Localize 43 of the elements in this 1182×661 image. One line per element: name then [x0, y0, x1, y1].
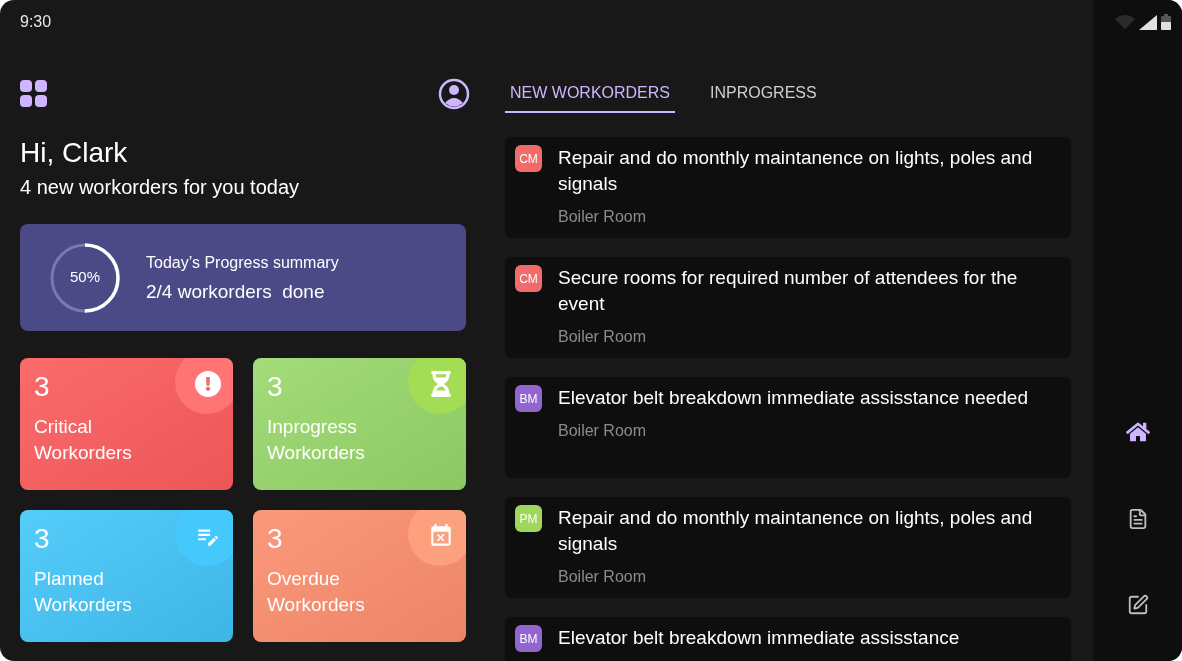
tile-label: Inprogress Workorders [267, 415, 366, 465]
workorder-card[interactable]: CM Repair and do monthly maintanence on lights, poles and signals Boiler Room [505, 137, 1071, 238]
tab[interactable]: NEW WORKORDERS [505, 81, 675, 113]
home-icon[interactable] [1125, 420, 1150, 444]
workorder-location: Boiler Room [558, 207, 648, 227]
type-badge: BM [515, 385, 542, 412]
tile-label: Critical Workorders [34, 415, 133, 465]
progress-percent: 50% [70, 267, 100, 288]
summary-title: Today’s Progress summary [146, 252, 339, 273]
signal-icon [1138, 14, 1157, 30]
greeting-subtitle: 4 new workorders for you today [20, 175, 301, 200]
battery-icon [1160, 14, 1171, 30]
workorder-title: Repair and do monthly maintanence on lights, poles and signals [558, 506, 1034, 556]
profile-icon[interactable] [438, 78, 470, 110]
type-badge: CM [515, 265, 542, 292]
workorder-location: Boiler Room [558, 421, 648, 441]
tab[interactable]: INPROGRESS [705, 81, 822, 113]
tile-count: 3 [34, 370, 50, 404]
grid-menu-icon[interactable] [20, 80, 48, 108]
tile-label: Overdue Workorders [267, 567, 366, 617]
status-time: 9:30 [20, 12, 52, 32]
wifi-icon [1114, 15, 1135, 29]
type-badge: PM [515, 505, 542, 532]
tile-count: 3 [267, 370, 283, 404]
hourglass-icon [428, 371, 454, 397]
workorder-title: Secure rooms for required number of attendees for the event [558, 266, 1019, 316]
workorder-title: Repair and do monthly maintanence on lights, poles and signals [558, 146, 1034, 196]
workorder-card[interactable]: BM Elevator belt breakdown immediate assisstance [505, 617, 1071, 661]
tile-count: 3 [34, 522, 50, 556]
type-badge: CM [515, 145, 542, 172]
tile-label: Planned Workorders [34, 567, 133, 617]
workorder-card[interactable]: CM Secure rooms for required number of attendees for the event Boiler Room [505, 257, 1071, 358]
summary-detail: 2/4 workorders done [146, 279, 326, 304]
edit-icon[interactable] [1126, 594, 1149, 616]
workorder-location: Boiler Room [558, 327, 648, 347]
workorder-card[interactable]: PM Repair and do monthly maintanence on lights, poles and signals Boiler Room [505, 497, 1071, 598]
workorder-location: Boiler Room [558, 567, 648, 587]
tile-count: 3 [267, 522, 283, 556]
workorder-title: Elevator belt breakdown immediate assisstance needed [558, 386, 1029, 410]
workorder-title: Elevator belt breakdown immediate assisstance [558, 626, 961, 650]
type-badge: BM [515, 625, 542, 652]
workorder-card[interactable]: BM Elevator belt breakdown immediate assisstance needed Boiler Room [505, 377, 1071, 478]
greeting-title: Hi, Clark [20, 136, 129, 170]
